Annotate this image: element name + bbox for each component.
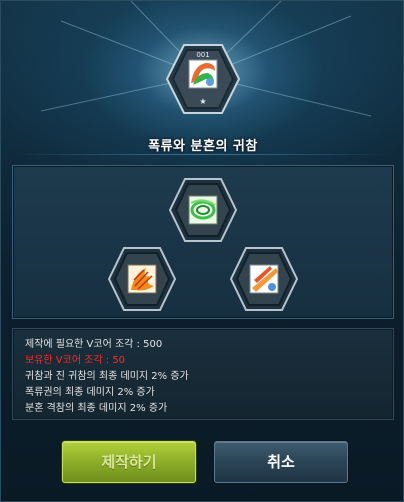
effect-line-2: 폭류권의 최종 데미지 2% 증가 — [25, 387, 155, 398]
result-core-level: 001 — [196, 51, 210, 59]
title-divider — [13, 154, 393, 155]
required-fragments-text: 제작에 필요한 V코어 조각 : 500 — [25, 339, 163, 350]
effect-line-3: 분혼 격참의 최종 데미지 2% 증가 — [25, 403, 168, 414]
ingredient-core-left[interactable] — [108, 246, 176, 312]
cancel-button[interactable]: 취소 — [214, 441, 348, 483]
craft-button[interactable]: 제작하기 — [62, 441, 196, 483]
core-craft-window: 001 ★ 폭류와 분혼의 귀참 제작에 필요한 V코어 조각 : 500 보유… — [0, 0, 404, 502]
core-title: 폭류와 분혼의 귀참 — [148, 139, 258, 154]
star-icon: ★ — [199, 97, 207, 106]
ingredient-core-center[interactable] — [169, 177, 237, 243]
effect-line-1: 귀참과 진 귀참의 최종 데미지 2% 증가 — [25, 371, 189, 382]
owned-fragments-text: 보유한 V코어 조각 : 50 — [25, 355, 126, 366]
info-panel: 제작에 필요한 V코어 조각 : 500 보유한 V코어 조각 : 50 귀참과… — [12, 328, 394, 420]
ingredient-core-right[interactable] — [230, 246, 298, 312]
